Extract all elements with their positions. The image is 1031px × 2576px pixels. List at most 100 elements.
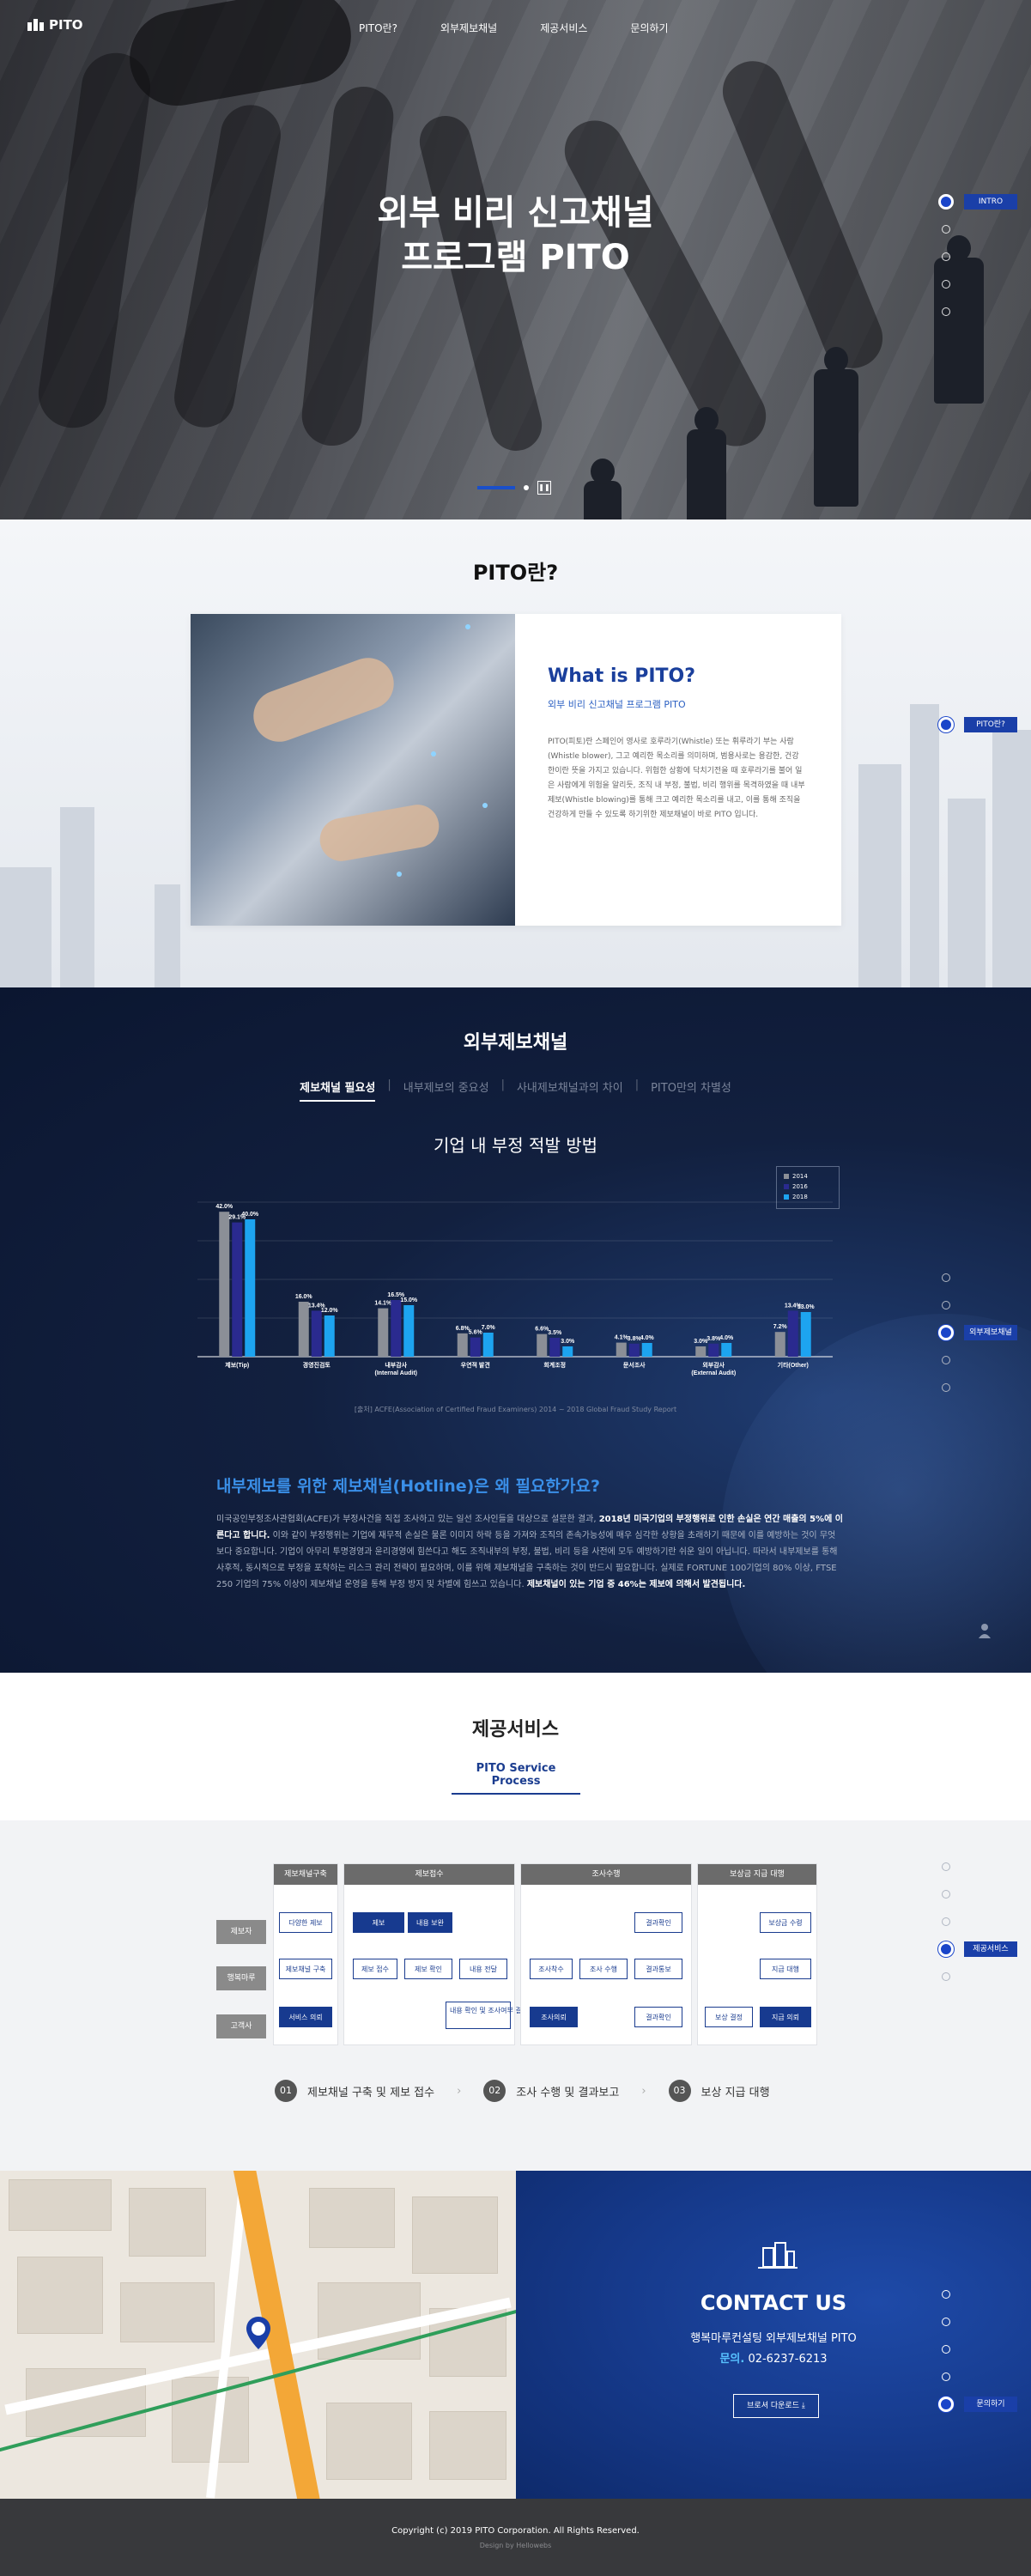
step-number-2: 02 <box>483 2080 506 2102</box>
channel-tabs: 제보채널 필요성 | 내부제보의 중요성 | 사내제보채널과의 차이 | PIT… <box>0 1078 1031 1102</box>
about-photo <box>191 614 515 926</box>
box-confirm: 제보 확인 <box>404 1959 452 1979</box>
slider-progress <box>477 486 515 489</box>
service-process-diagram: 제보자 행복마루 고객사 제보채널구축 다양한 제보 제보채널 구축 서비스 의… <box>216 1863 817 2052</box>
hotline-question: 내부제보를 위한 제보채널(Hotline)은 왜 필요한가요? <box>216 1477 600 1496</box>
category-label: (Internal Audit) <box>374 1370 417 1376</box>
phone-number: 02-6237-6213 <box>748 2353 828 2366</box>
col-reward: 보상금 지급 대행 보상금 수령 지급 대행 보상 결정 지급 의뢰 <box>697 1863 817 2045</box>
category-label: 회계조정 <box>543 1361 566 1369</box>
sidenav-item-intro[interactable]: INTRO <box>885 188 1031 216</box>
bar-value-label: 3.0% <box>561 1339 575 1345</box>
sidenav-item-t3[interactable] <box>885 2336 1031 2363</box>
category-label: 제보(Tip) <box>225 1361 249 1369</box>
bar-2014-3 <box>457 1333 468 1357</box>
sidenav-item-service[interactable]: 제공서비스 <box>885 1935 1031 1963</box>
category-label: 경영진검토 <box>303 1361 331 1369</box>
tab-importance[interactable]: 내부제보의 중요성 <box>403 1078 489 1102</box>
bar-2014-7 <box>774 1332 785 1357</box>
sidenav-item-about[interactable]: PITO란? <box>885 711 1031 738</box>
box-result-check: 결과확인 <box>634 1912 682 1933</box>
about-paragraph: PITO(피토)란 스페인어 영사로 호루라기(Whistle) 또는 휘루라기… <box>548 738 805 819</box>
box-reward-decide: 보상 결정 <box>705 2007 753 2027</box>
chart-title: 기업 내 부정 적발 방법 <box>433 1135 598 1156</box>
chevron-right-icon: › <box>457 2084 462 2098</box>
bar-2018-7 <box>800 1312 811 1357</box>
side-nav-channel: 외부제보채널 <box>885 1264 1031 1401</box>
tab-distinction[interactable]: PITO만의 차별성 <box>651 1078 731 1102</box>
location-map[interactable] <box>0 2171 516 2499</box>
box-result-confirm: 결과확인 <box>634 2007 682 2027</box>
nav-item-contact[interactable]: 문의하기 <box>630 21 668 35</box>
detection-bar-chart: 42.0%29.1%40.0%제보(Tip)16.0%13.4%12.0%경영진… <box>197 1201 833 1376</box>
sidenav-item-s1[interactable] <box>885 1853 1031 1880</box>
nav-item-about[interactable]: PITO란? <box>359 21 397 35</box>
service-section: 제공서비스 PITO Service Process 제보자 행복마루 고객사 … <box>0 1673 1031 2171</box>
side-nav-service: 제공서비스 <box>885 1853 1031 1990</box>
slider-dot[interactable] <box>524 485 529 490</box>
brochure-download-button[interactable]: 브로셔 다운로드 ⤓ <box>733 2394 819 2418</box>
box-notify: 결과통보 <box>634 1959 682 1979</box>
top-navbar: PITO PITO란? 외부제보채널 제공서비스 문의하기 <box>0 0 1031 55</box>
sidenav-item-t2[interactable] <box>885 2308 1031 2336</box>
sidenav-item-s3[interactable] <box>885 1908 1031 1935</box>
box-receive: 제보 접수 <box>353 1959 397 1979</box>
bar-value-label: 3.5% <box>548 1330 562 1336</box>
pause-icon[interactable]: ❚❚ <box>537 481 551 495</box>
bar-2018-0 <box>245 1219 256 1357</box>
logo-text: PITO <box>49 17 83 33</box>
category-label: 내부감사 <box>385 1361 407 1369</box>
sidenav-item-c2[interactable] <box>885 1291 1031 1319</box>
sidenav-item-4[interactable] <box>885 270 1031 298</box>
sidenav-item-s5[interactable] <box>885 1963 1031 1990</box>
col-receive: 제보접수 제보 내용 보완 제보 접수 제보 확인 내용 전달 내용 확인 및 … <box>343 1863 528 2045</box>
hero-slider-controls: ❚❚ <box>477 481 551 495</box>
sidenav-item-channel[interactable]: 외부제보채널 <box>885 1319 1031 1346</box>
bar-value-label: 4.0% <box>640 1335 655 1341</box>
col-investigate: 조사수행 결과확인 조사착수 조사 수행 결과통보 조사의뢰 결과확인 <box>520 1863 692 2045</box>
bar-value-label: 7.0% <box>482 1325 496 1331</box>
sidenav-item-t4[interactable] <box>885 2363 1031 2391</box>
bar-value-label: 12.0% <box>321 1308 339 1314</box>
bar-2016-4 <box>549 1338 561 1357</box>
logo[interactable]: PITO <box>27 17 83 33</box>
sidenav-item-c4[interactable] <box>885 1346 1031 1374</box>
bar-2014-4 <box>537 1334 548 1357</box>
bar-2016-7 <box>787 1310 798 1357</box>
logo-icon <box>27 19 44 31</box>
bar-2016-6 <box>708 1343 719 1357</box>
sidenav-item-c5[interactable] <box>885 1374 1031 1401</box>
category-label: 기타(Other) <box>778 1361 809 1369</box>
nav-item-channel[interactable]: 외부제보채널 <box>440 21 497 35</box>
service-subtitle: PITO Service Process <box>452 1762 580 1795</box>
service-heading: 제공서비스 <box>471 1719 560 1741</box>
box-deliver: 내용 전달 <box>459 1959 507 1979</box>
tab-necessity[interactable]: 제보채널 필요성 <box>300 1078 376 1102</box>
category-label: 문서조사 <box>623 1361 646 1369</box>
bar-2016-0 <box>232 1222 243 1357</box>
bar-2014-1 <box>298 1302 309 1357</box>
bar-2018-4 <box>562 1346 573 1357</box>
bar-value-label: 40.0% <box>241 1212 259 1218</box>
sidenav-item-2[interactable] <box>885 216 1031 243</box>
step-text-2: 조사 수행 및 결과보고 <box>516 2086 620 2099</box>
bar-2014-6 <box>695 1346 707 1357</box>
bar-value-label: 4.0% <box>719 1335 734 1341</box>
nav-item-service[interactable]: 제공서비스 <box>540 21 587 35</box>
hero-title: 외부 비리 신고채널 프로그램 PITO <box>0 191 1031 280</box>
legend-item-2014: 2014 <box>784 1171 832 1182</box>
sidenav-item-s2[interactable] <box>885 1880 1031 1908</box>
user-icon <box>979 1624 991 1638</box>
about-subtitle: 외부 비리 신고채널 프로그램 PITO <box>548 699 686 710</box>
sidenav-item-contact[interactable]: 문의하기 <box>885 2391 1031 2418</box>
main-nav: PITO란? 외부제보채널 제공서비스 문의하기 <box>359 21 669 35</box>
bar-value-label: 15.0% <box>400 1297 418 1303</box>
step-number-1: 01 <box>275 2080 297 2102</box>
sidenav-item-5[interactable] <box>885 298 1031 325</box>
sidenav-item-3[interactable] <box>885 243 1031 270</box>
sidenav-item-c1[interactable] <box>885 1264 1031 1291</box>
channel-heading: 외부제보채널 <box>463 1032 568 1054</box>
legend-item-2016: 2016 <box>784 1182 832 1192</box>
tab-difference[interactable]: 사내제보채널과의 차이 <box>517 1078 623 1102</box>
sidenav-item-t1[interactable] <box>885 2281 1031 2308</box>
